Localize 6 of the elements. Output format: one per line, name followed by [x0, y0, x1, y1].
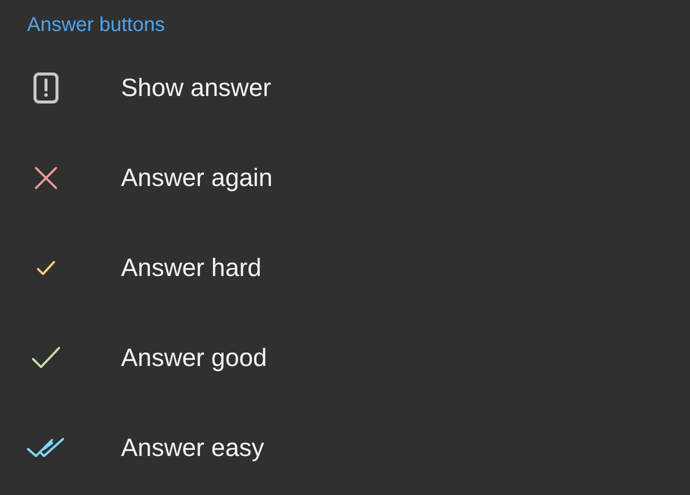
setting-label[interactable]: Answer again [121, 164, 272, 192]
setting-label[interactable]: Answer good [121, 344, 267, 372]
section-title: Answer buttons [26, 13, 166, 38]
setting-label[interactable]: Answer easy [121, 434, 264, 462]
setting-label[interactable]: Answer hard [121, 254, 262, 282]
setting-label[interactable]: Show answer [121, 74, 272, 102]
